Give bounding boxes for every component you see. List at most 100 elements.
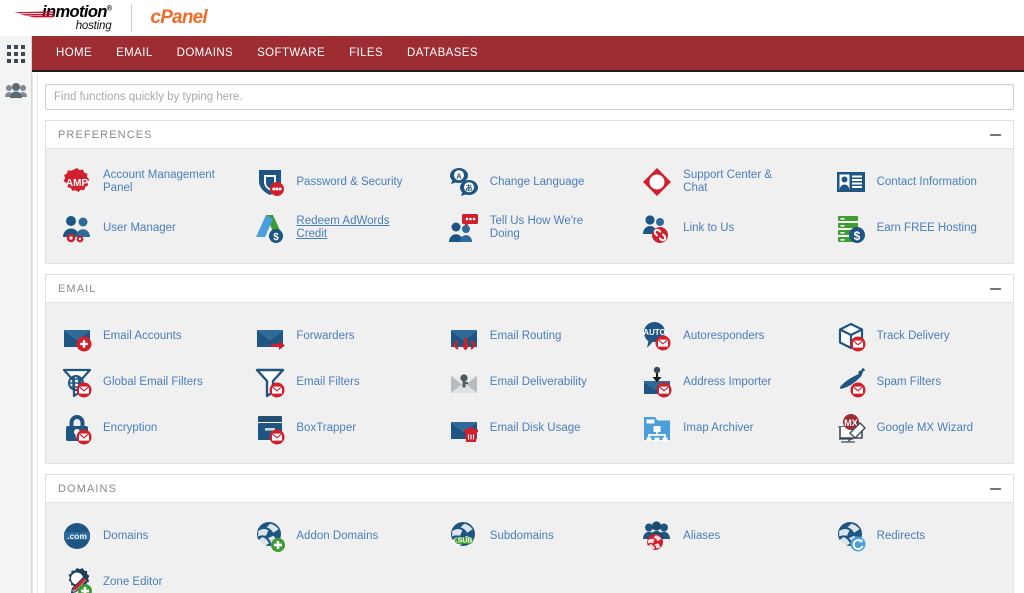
feature-item[interactable]: Support Center & Chat	[626, 159, 819, 205]
inmotion-hosting-logo[interactable]: inmotion® hosting	[14, 4, 111, 33]
collapse-section-button[interactable]	[987, 484, 1003, 494]
section-body: .com Domains Addon Domains .SUB Subdomai…	[46, 503, 1013, 593]
section-header: DOMAINS	[46, 475, 1013, 503]
zone-editor-icon	[60, 565, 94, 593]
contact-card-icon	[834, 165, 868, 199]
feature-item-label: Account Management Panel	[103, 169, 215, 195]
imap-archiver-icon	[640, 411, 674, 445]
support-diamond-icon	[640, 165, 674, 199]
encryption-icon	[60, 411, 94, 445]
cpanel-logo[interactable]: cPanel	[150, 7, 206, 29]
feature-item[interactable]: .com Domains	[46, 513, 239, 559]
feature-item[interactable]: Email Routing	[433, 313, 626, 359]
feature-item[interactable]: Contact Information	[820, 159, 1013, 205]
feature-item[interactable]: $ Redeem AdWords Credit	[239, 205, 432, 251]
svg-text:.com: .com	[67, 531, 87, 541]
feature-item[interactable]: Email Deliverability	[433, 359, 626, 405]
nav-items: HOME EMAIL DOMAINS SOFTWARE FILES DATABA…	[32, 36, 1024, 70]
feature-item[interactable]: User Manager	[46, 205, 239, 251]
email-deliverability-icon	[447, 365, 481, 399]
section-header: EMAIL	[46, 275, 1013, 303]
feature-item[interactable]: Tell Us How We're Doing	[433, 205, 626, 251]
svg-text:.SUB: .SUB	[455, 538, 472, 545]
track-delivery-icon	[834, 319, 868, 353]
nav-item-email[interactable]: EMAIL	[104, 36, 165, 70]
section-body: AMP Account Management Panel Password & …	[46, 149, 1013, 263]
addon-domains-icon	[253, 519, 287, 553]
minus-icon	[990, 134, 1001, 136]
boxtrapper-icon	[253, 411, 287, 445]
forwarders-icon	[253, 319, 287, 353]
content-scroll-gutter[interactable]	[33, 74, 38, 593]
users-icon	[5, 82, 27, 98]
nav-item-home[interactable]: HOME	[44, 36, 104, 70]
feature-item[interactable]: Aliases	[626, 513, 819, 559]
feature-item-label: Password & Security	[296, 176, 402, 189]
nav-item-software[interactable]: SOFTWARE	[245, 36, 337, 70]
feature-item[interactable]: Addon Domains	[239, 513, 432, 559]
search-input[interactable]	[45, 84, 1014, 110]
feature-item-label: Forwarders	[296, 330, 354, 343]
feature-item[interactable]: Password & Security	[239, 159, 432, 205]
feature-item[interactable]: Email Disk Usage	[433, 405, 626, 451]
feature-item[interactable]: Email Filters	[239, 359, 432, 405]
feature-item[interactable]: Spam Filters	[820, 359, 1013, 405]
section-panel: DOMAINS .com Domains Addon Domains	[45, 474, 1014, 593]
svg-text:あ: あ	[465, 184, 473, 193]
feature-item[interactable]: Imap Archiver	[626, 405, 819, 451]
rail-item-user-manager[interactable]	[0, 72, 32, 108]
nav-item-files[interactable]: FILES	[337, 36, 395, 70]
spam-filters-icon	[834, 365, 868, 399]
collapse-section-button[interactable]	[987, 130, 1003, 140]
feature-item-label: Aliases	[683, 530, 720, 543]
svg-text:AMP: AMP	[66, 178, 89, 189]
nav-item-databases[interactable]: DATABASES	[395, 36, 490, 70]
subdomains-icon: .SUB	[447, 519, 481, 553]
feature-item[interactable]: A あ Change Language	[433, 159, 626, 205]
feature-item[interactable]: Zone Editor	[46, 559, 239, 593]
brand-bar: inmotion® hosting cPanel	[0, 0, 1024, 36]
feature-item-label: Subdomains	[490, 530, 554, 543]
feature-item[interactable]: Encryption	[46, 405, 239, 451]
feature-item[interactable]: AUTO Autoresponders	[626, 313, 819, 359]
email-disk-usage-icon	[447, 411, 481, 445]
section-panel: PREFERENCES AMP Account Management Panel…	[45, 120, 1014, 264]
svg-text:A: A	[456, 172, 462, 181]
registered-mark: ®	[107, 5, 112, 12]
feature-item-label: Imap Archiver	[683, 422, 753, 435]
address-importer-icon	[640, 365, 674, 399]
feature-item-label: Change Language	[490, 176, 585, 189]
email-filters-icon	[253, 365, 287, 399]
feature-item[interactable]: AMP Account Management Panel	[46, 159, 239, 205]
feature-item-label: Global Email Filters	[103, 376, 203, 389]
feature-item[interactable]: Address Importer	[626, 359, 819, 405]
rail-item-applications[interactable]	[0, 36, 32, 72]
left-rail	[0, 36, 32, 593]
feature-item-label: Support Center & Chat	[683, 169, 795, 195]
domains-icon: .com	[60, 519, 94, 553]
feature-item-label: Email Deliverability	[490, 376, 587, 389]
feature-item-label: Address Importer	[683, 376, 771, 389]
feature-item[interactable]: Email Accounts	[46, 313, 239, 359]
collapse-section-button[interactable]	[987, 284, 1003, 294]
feature-item[interactable]: Redirects	[820, 513, 1013, 559]
feature-item[interactable]: .SUB Subdomains	[433, 513, 626, 559]
shield-password-icon	[253, 165, 287, 199]
feature-item[interactable]: BoxTrapper	[239, 405, 432, 451]
feature-item[interactable]: Link to Us	[626, 205, 819, 251]
minus-icon	[990, 288, 1001, 290]
adwords-icon: $	[253, 211, 287, 245]
feature-item-label: User Manager	[103, 222, 176, 235]
feature-item[interactable]: Global Email Filters	[46, 359, 239, 405]
feature-item[interactable]: $ Earn FREE Hosting	[820, 205, 1013, 251]
nav-item-domains[interactable]: DOMAINS	[165, 36, 245, 70]
feature-item-label: Tell Us How We're Doing	[490, 215, 602, 241]
section-title: DOMAINS	[58, 483, 117, 495]
feature-item[interactable]: Forwarders	[239, 313, 432, 359]
feature-item-label: Email Disk Usage	[490, 422, 581, 435]
feature-item-label: Addon Domains	[296, 530, 378, 543]
google-mx-wizard-icon: MX	[834, 411, 868, 445]
feature-item[interactable]: MX Google MX Wizard	[820, 405, 1013, 451]
feature-item[interactable]: Track Delivery	[820, 313, 1013, 359]
feature-item-label: Encryption	[103, 422, 157, 435]
